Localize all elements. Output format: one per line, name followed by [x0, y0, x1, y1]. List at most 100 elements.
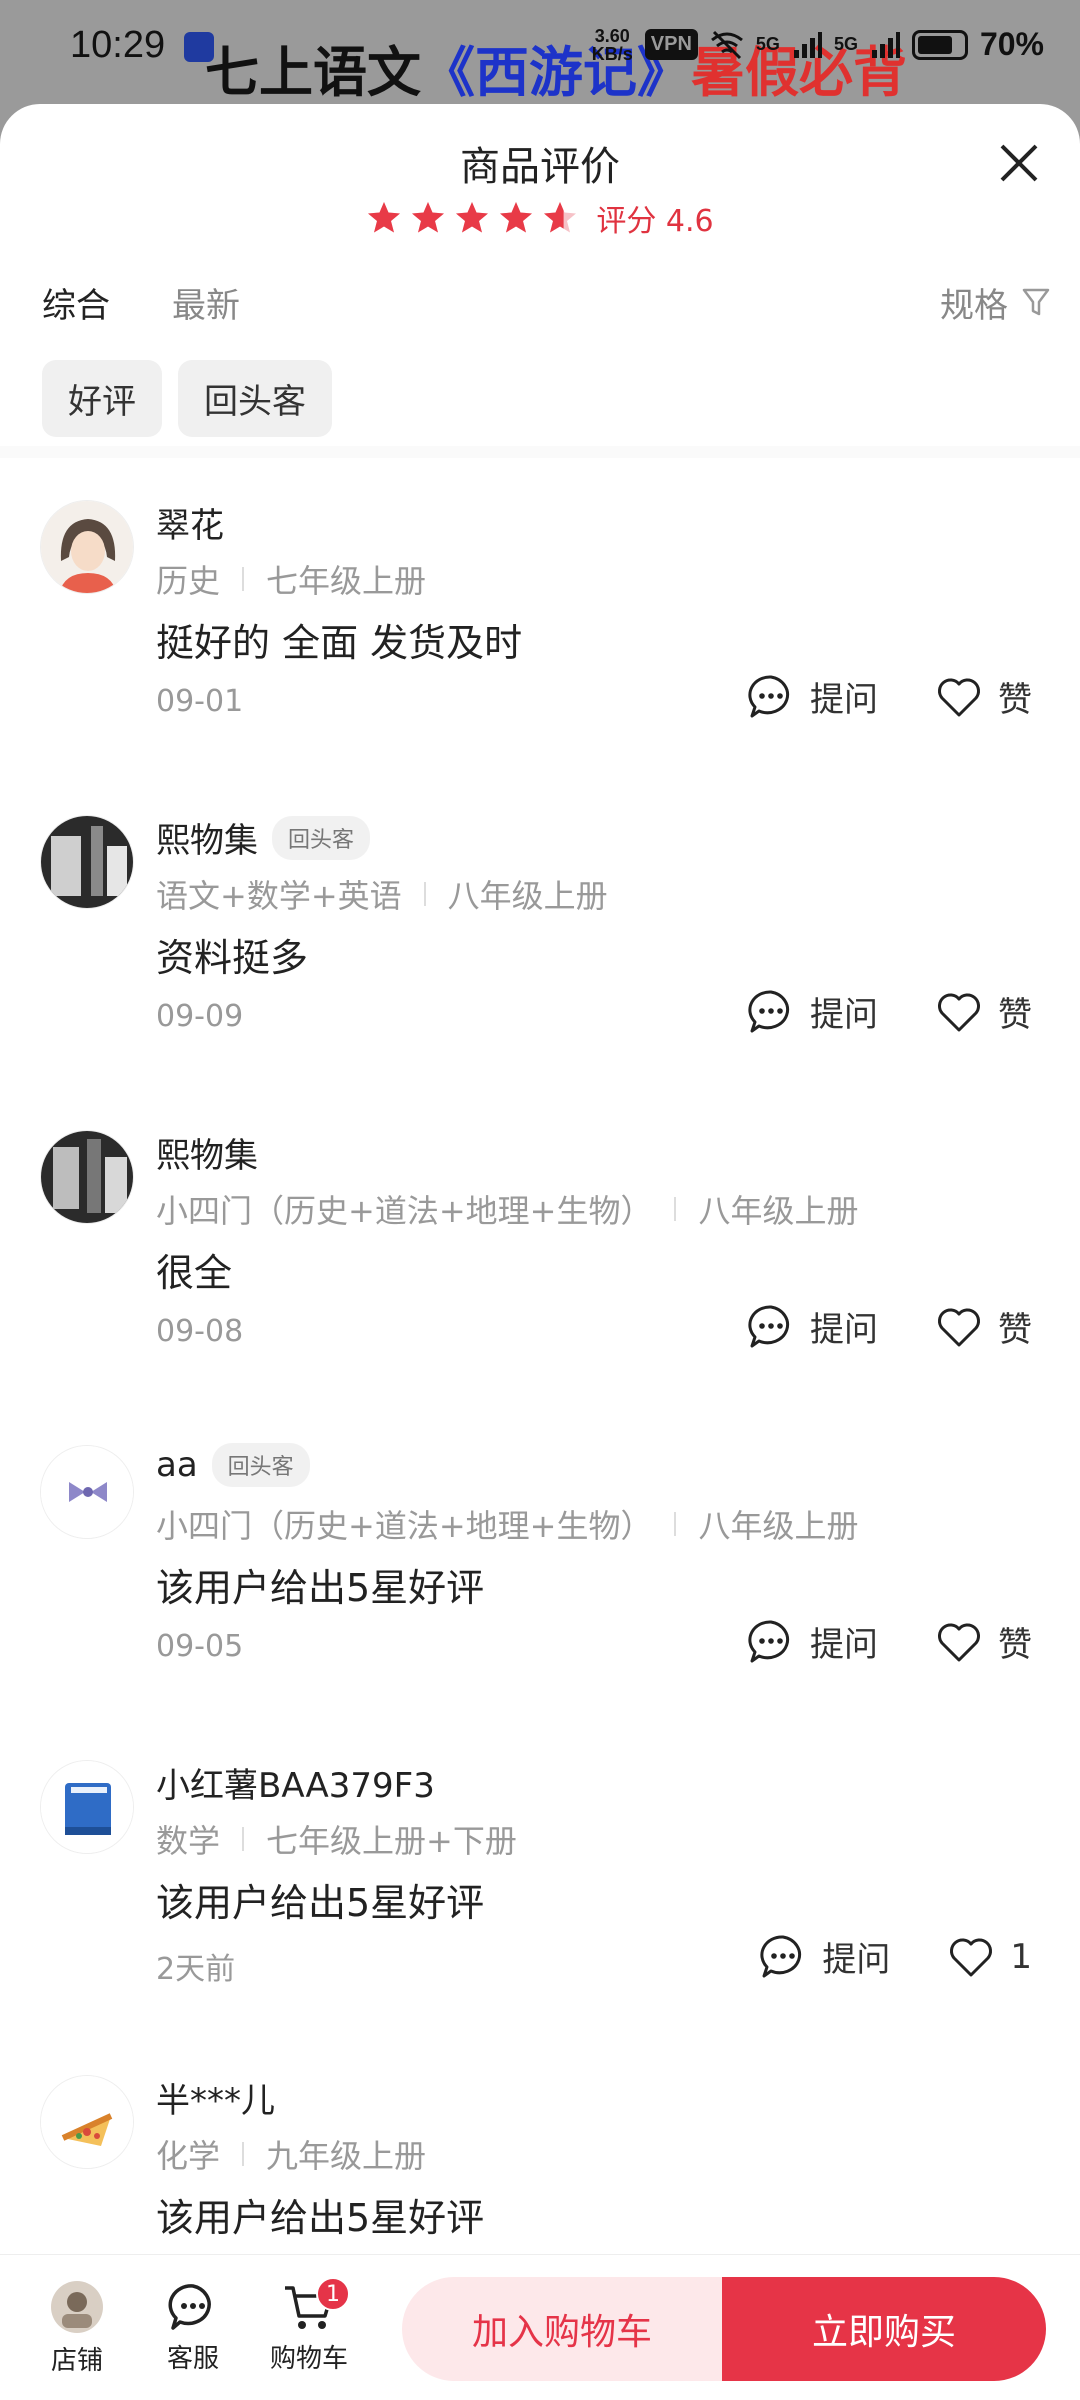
- spec-separator: [674, 1197, 677, 1221]
- spec-filter-label: 规格: [940, 285, 1008, 326]
- ask-button[interactable]: 提问: [748, 672, 878, 721]
- buy-now-button[interactable]: 立即购买: [722, 2277, 1046, 2381]
- ask-button[interactable]: 提问: [748, 987, 878, 1036]
- net-speed-value: 3.60: [594, 25, 630, 46]
- reviewer-name: 翠花: [156, 506, 224, 546]
- review-content: 该用户给出5星好评: [156, 2196, 485, 2240]
- review-item: 熙物集 回头客 语文+数学+英语 八年级上册 资料挺多 09-09 提问 赞: [0, 773, 1080, 1088]
- review-item: aa 回头客 小四门（历史+道法+地理+生物） 八年级上册 该用户给出5星好评 09…: [0, 1403, 1080, 1718]
- like-button[interactable]: 1: [948, 1936, 1032, 1978]
- reviewer-name-row: 翠花: [156, 498, 224, 547]
- avatar[interactable]: [40, 815, 134, 909]
- filter-icon: [1022, 288, 1050, 316]
- avatar[interactable]: [40, 1760, 134, 1854]
- like-button[interactable]: 赞: [936, 1617, 1032, 1666]
- heart-icon: [938, 993, 980, 1031]
- spec-separator: [242, 2142, 245, 2166]
- spec-grade: 八年级上册: [698, 1192, 859, 1230]
- section-divider: [0, 446, 1080, 458]
- bg-title-part1: 七上语文: [205, 41, 421, 104]
- review-item: 翠花 历史 七年级上册 挺好的 全面 发货及时 09-01 提问 赞: [0, 458, 1080, 773]
- review-actions: 提问 赞: [748, 1617, 1032, 1666]
- like-label: 赞: [998, 1625, 1032, 1665]
- reviewer-name: 熙物集: [156, 1136, 258, 1176]
- review-content: 该用户给出5星好评: [156, 1881, 485, 1925]
- tab-latest[interactable]: 最新: [172, 278, 240, 327]
- star-icon: [412, 202, 445, 233]
- reviews-sheet: 商品评价 评分 4.6 综合 最新 规格 好评 回头客 翠花 历史 七年级上册 挺…: [0, 104, 1080, 2400]
- star-icon: [500, 202, 533, 233]
- purchased-spec: 历史 七年级上册: [156, 556, 426, 602]
- review-actions: 提问 赞: [748, 672, 1032, 721]
- returning-customer-badge: 回头客: [272, 815, 371, 860]
- chip-good-review[interactable]: 好评: [42, 360, 162, 437]
- wifi-off-icon: [710, 30, 743, 59]
- spec-filter-button[interactable]: 规格: [940, 278, 1050, 327]
- status-bar: 10:29 七上语文《西游记》暑假必背 3.60 KB/s VPN 5G 5G 7…: [0, 0, 1080, 104]
- like-button[interactable]: 赞: [936, 672, 1032, 721]
- ask-button[interactable]: 提问: [748, 1617, 878, 1666]
- spec-grade: 七年级上册+下册: [266, 1822, 517, 1860]
- like-label: 赞: [998, 1310, 1032, 1350]
- purchased-spec: 小四门（历史+道法+地理+生物） 八年级上册: [156, 1186, 858, 1232]
- customer-service-label: 客服: [166, 2343, 219, 2374]
- purchased-spec: 语文+数学+英语 八年级上册: [156, 871, 608, 917]
- store-button[interactable]: 店铺: [22, 2255, 132, 2400]
- avatar[interactable]: [40, 2075, 134, 2169]
- review-date: 09-09: [156, 999, 244, 1034]
- rating-row: 评分 4.6: [0, 196, 1080, 240]
- tab-comprehensive[interactable]: 综合: [42, 278, 110, 327]
- spec-grade: 八年级上册: [447, 877, 608, 915]
- net-speed: 3.60 KB/s: [592, 27, 633, 63]
- battery-icon: [911, 29, 968, 60]
- ask-label: 提问: [810, 995, 878, 1035]
- review-content: 挺好的 全面 发货及时: [156, 621, 523, 665]
- add-to-cart-button[interactable]: 加入购物车: [402, 2277, 722, 2381]
- star-icon: [456, 202, 489, 233]
- reviewer-name: 半***儿: [156, 2081, 275, 2121]
- status-time: 10:29: [70, 24, 166, 66]
- spec-subject: 历史: [156, 562, 221, 600]
- avatar[interactable]: [40, 500, 134, 594]
- close-icon[interactable]: [994, 138, 1044, 188]
- spec-separator: [242, 567, 245, 591]
- like-label: 赞: [998, 995, 1032, 1035]
- review-content: 该用户给出5星好评: [156, 1566, 485, 1610]
- store-avatar-icon: [51, 2280, 103, 2333]
- heart-icon: [938, 1623, 980, 1661]
- review-actions: 提问 赞: [748, 1302, 1032, 1351]
- cart-button[interactable]: 购物车 1: [254, 2255, 364, 2400]
- like-button[interactable]: 赞: [936, 987, 1032, 1036]
- avatar[interactable]: [40, 1445, 134, 1539]
- ask-button[interactable]: 提问: [760, 1932, 890, 1981]
- reviewer-name-row: 熙物集 回头客: [156, 813, 371, 862]
- star-icon: [544, 202, 577, 233]
- question-chat-icon: [760, 1934, 802, 1977]
- review-actions: 提问 1: [760, 1932, 1032, 1981]
- review-actions: 提问 赞: [748, 987, 1032, 1036]
- spec-grade: 七年级上册: [266, 562, 427, 600]
- purchased-spec: 数学 七年级上册+下册: [156, 1816, 517, 1862]
- like-button[interactable]: 赞: [936, 1302, 1032, 1351]
- spec-grade: 八年级上册: [698, 1507, 859, 1545]
- bottom-action-bar: 店铺 客服 购物车 1 加入购物车 立即购买: [0, 2254, 1080, 2400]
- customer-service-button[interactable]: 客服: [138, 2255, 248, 2400]
- reviewer-name-row: 半***儿: [156, 2073, 275, 2122]
- reviewer-name: 熙物集: [156, 821, 258, 861]
- reviewer-name-row: aa 回头客: [156, 1443, 310, 1487]
- reviewer-name-row: 熙物集: [156, 1128, 258, 1177]
- spec-subject: 小四门（历史+道法+地理+生物）: [156, 1507, 653, 1545]
- review-list: 翠花 历史 七年级上册 挺好的 全面 发货及时 09-01 提问 赞 熙物集 回头客…: [0, 458, 1080, 2348]
- ask-label: 提问: [810, 1310, 878, 1350]
- rating-score: 评分 4.6: [596, 204, 714, 239]
- heart-icon: [938, 1308, 980, 1346]
- avatar[interactable]: [40, 1130, 134, 1224]
- review-content: 很全: [156, 1251, 233, 1295]
- ask-button[interactable]: 提问: [748, 1302, 878, 1351]
- spec-subject: 数学: [156, 1822, 221, 1860]
- vpn-icon: VPN: [644, 29, 698, 60]
- chip-returning-customer[interactable]: 回头客: [178, 360, 332, 437]
- spec-separator: [242, 1827, 245, 1851]
- status-icons: 3.60 KB/s VPN 5G 5G 70%: [592, 26, 1044, 63]
- purchased-spec: 化学 九年级上册: [156, 2131, 426, 2177]
